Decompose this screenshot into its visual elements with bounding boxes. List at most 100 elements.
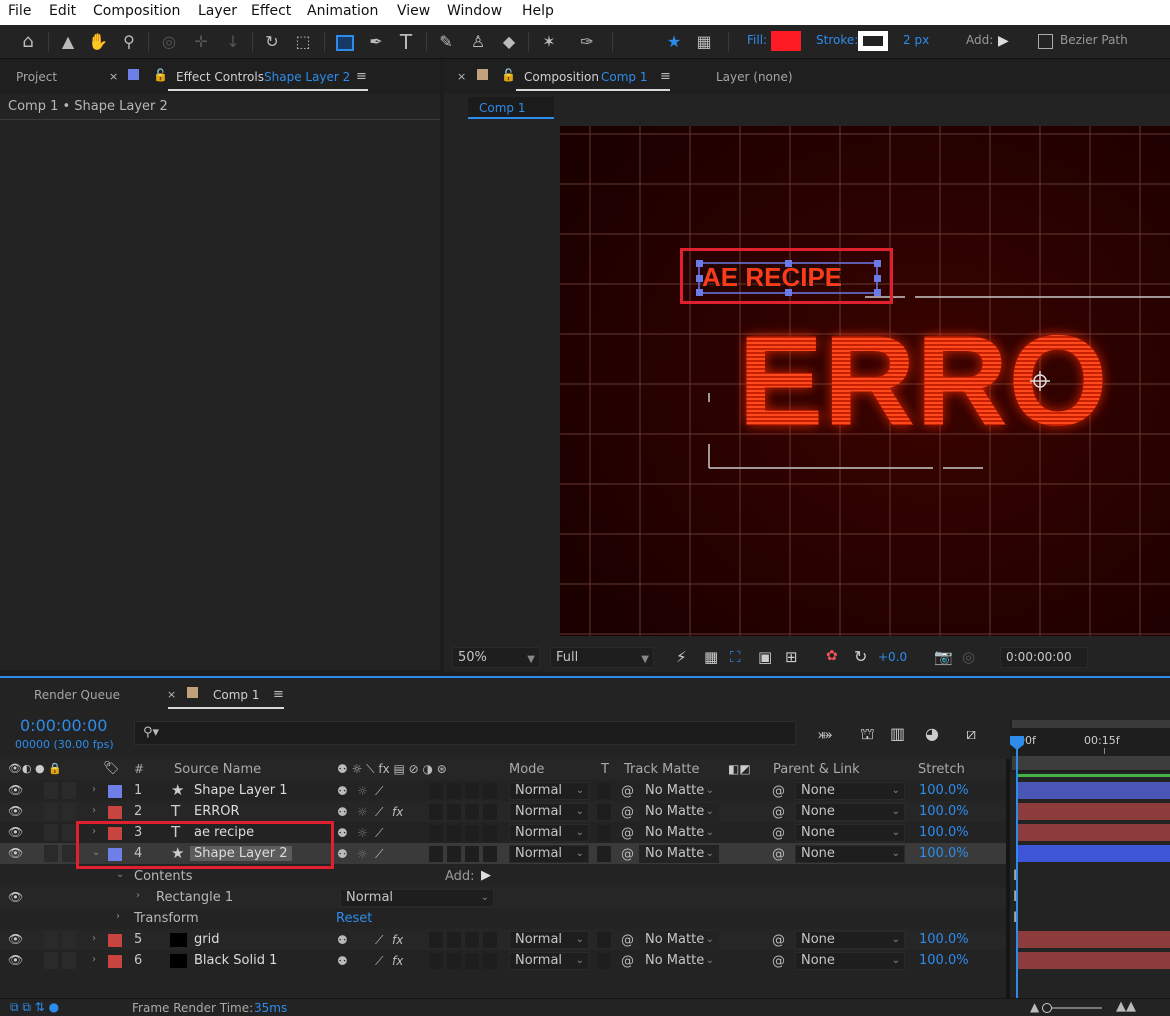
parent-pickwhip-icon[interactable]: @ [772,805,785,820]
parent-pickwhip-icon[interactable]: @ [772,847,785,862]
search-input[interactable]: ⚲▾ [134,721,796,745]
layer-name[interactable]: Shape Layer 1 [194,783,288,798]
layer-duration-bar[interactable] [1018,824,1170,841]
panel-menu-icon[interactable]: ≡ [356,69,367,84]
zoom-dropdown[interactable]: 50% ▼ [452,647,540,668]
resolution-dropdown[interactable]: Full ▼ [550,647,654,668]
solo-toggle[interactable] [44,952,58,969]
layer-switch-box[interactable] [447,953,461,969]
eye-icon[interactable]: 👁 [8,804,23,818]
stretch-value[interactable]: 100.0% [919,953,969,968]
layer-switch-box[interactable] [429,846,443,862]
menu-file[interactable]: File [8,3,31,19]
layer-switch-box[interactable] [465,804,479,820]
zoom-in-icon[interactable]: ▲▲ [1116,999,1136,1014]
shy-switch-icon[interactable]: ⚉ [337,933,348,947]
close-icon[interactable]: × [457,70,466,83]
transparency-grid-icon[interactable]: ▦ [704,648,718,666]
layer-switch-box[interactable] [429,825,443,841]
blend-mode-dropdown[interactable]: Normal ⌄ [509,824,589,842]
eye-icon[interactable]: 👁 [8,932,23,946]
layer-switch-box[interactable] [429,783,443,799]
quality-switch-icon[interactable]: ⟋ [375,933,383,948]
current-time-display[interactable]: 0:00:00:00 [1000,647,1088,668]
tab-project[interactable]: Project [16,70,57,84]
parent-pickwhip-icon[interactable]: @ [772,933,785,948]
column-t[interactable]: T [601,762,609,777]
preserve-transparency-toggle[interactable] [597,932,611,948]
chevron-down-icon[interactable]: ⌄ [116,869,124,880]
track-matte-pickwhip-icon[interactable]: @ [621,954,634,969]
composition-name[interactable]: Comp 1 [601,70,647,84]
layer-row[interactable]: 👁 › 5 grid ⚉ ⟋ fx Normal ⌄ @ No Matte ⌄ @ None ⌄ 100.0% [0,929,1006,950]
tab-layer[interactable]: Layer (none) [716,70,793,84]
parent-dropdown[interactable]: None ⌄ [795,931,905,949]
collapse-switch-icon[interactable]: ☼ [357,826,368,840]
layer-switch-box[interactable] [447,846,461,862]
solo-toggle[interactable] [44,803,58,820]
composition-viewer[interactable]: ERRO ERRO AE RECIPE [560,126,1170,636]
stretch-value[interactable]: 100.0% [919,825,969,840]
menu-animation[interactable]: Animation [307,3,378,19]
solo-toggle[interactable] [44,931,58,948]
lock-toggle[interactable] [62,824,76,841]
solo-toggle[interactable] [44,824,58,841]
brush-icon[interactable]: ✎ [434,31,458,53]
lock-toggle[interactable] [62,952,76,969]
zoom-slider[interactable] [1046,1007,1102,1009]
eye-icon[interactable]: 👁 [8,783,23,797]
chevron-right-icon[interactable]: › [92,784,96,795]
stretch-value[interactable]: 100.0% [919,804,969,819]
quality-switch-icon[interactable]: ⟋ [375,805,383,820]
layer-label-color[interactable] [108,934,122,947]
layer-switch-box[interactable] [447,804,461,820]
track-matte-dropdown[interactable]: No Matte ⌄ [639,952,719,970]
track-matte-pickwhip-icon[interactable]: @ [621,826,634,841]
zoom-out-icon[interactable]: ▲ [1030,1000,1039,1014]
parent-pickwhip-icon[interactable]: @ [772,784,785,799]
eye-icon[interactable]: 👁 [8,890,23,904]
chevron-right-icon[interactable]: › [116,911,120,922]
draft-3d-icon[interactable]: ⛫ [860,724,875,745]
layer-switch-box[interactable] [483,953,497,969]
panel-menu-icon[interactable]: ≡ [660,69,671,84]
rectangle-row[interactable]: 👁 › Rectangle 1 Normal ⌄ [0,887,1006,908]
transform-row[interactable]: › Transform Reset [0,908,1006,929]
layer-switch-box[interactable] [447,932,461,948]
selection-icon[interactable]: ▲ [58,31,78,53]
video-switch-icon[interactable]: 👁◐ ● 🔒 [8,762,62,775]
layer-switch-box[interactable] [483,783,497,799]
menu-composition[interactable]: Composition [93,3,180,19]
menu-edit[interactable]: Edit [49,3,76,19]
type-icon[interactable]: T [394,31,418,53]
layer-duration-bar[interactable] [1018,803,1170,820]
work-area-bar[interactable] [1018,774,1170,777]
solo-toggle[interactable] [44,782,58,799]
effect-controls-layer-name[interactable]: Shape Layer 2 [264,70,350,84]
orbit-camera-icon[interactable]: ◎ [158,31,180,53]
effect-switch-icon[interactable]: fx [392,954,403,968]
layer-duration-bar[interactable] [1018,782,1170,799]
exposure-value[interactable]: +0.0 [878,650,907,664]
star-tool-icon[interactable]: ★ [662,31,686,53]
comp-breadcrumb-chip[interactable]: Comp 1 [479,101,525,115]
layer-duration-bar[interactable] [1018,952,1170,969]
preserve-transparency-toggle[interactable] [597,783,611,799]
layer-switch-box[interactable] [429,804,443,820]
layer-switch-box[interactable] [465,932,479,948]
menu-window[interactable]: Window [447,3,502,19]
dolly-camera-icon[interactable]: ↓ [222,31,244,53]
column-stretch[interactable]: Stretch [918,762,965,777]
snapshot-icon[interactable]: 📷 [934,648,953,666]
anchor-point-icon[interactable]: ⬚ [291,31,315,53]
roto-brush-icon[interactable]: ✶ [536,31,562,53]
track-matte-pickwhip-icon[interactable]: @ [621,933,634,948]
grid-guides-icon[interactable]: ⊞ [785,648,798,666]
reset-link[interactable]: Reset [336,911,372,926]
stroke-width-value[interactable]: 2 px [903,33,929,47]
layer-label-color[interactable] [108,806,122,819]
track-matte-toggles-icon[interactable]: ◧◩ [728,762,751,776]
chevron-right-icon[interactable]: › [92,805,96,816]
layer-row[interactable]: 👁 › 1 ★ Shape Layer 1 ⚉ ☼ ⟋ Normal ⌄ @ No Matte ⌄ @ No… [0,780,1006,801]
label-icon[interactable]: 🏷 [103,761,120,776]
